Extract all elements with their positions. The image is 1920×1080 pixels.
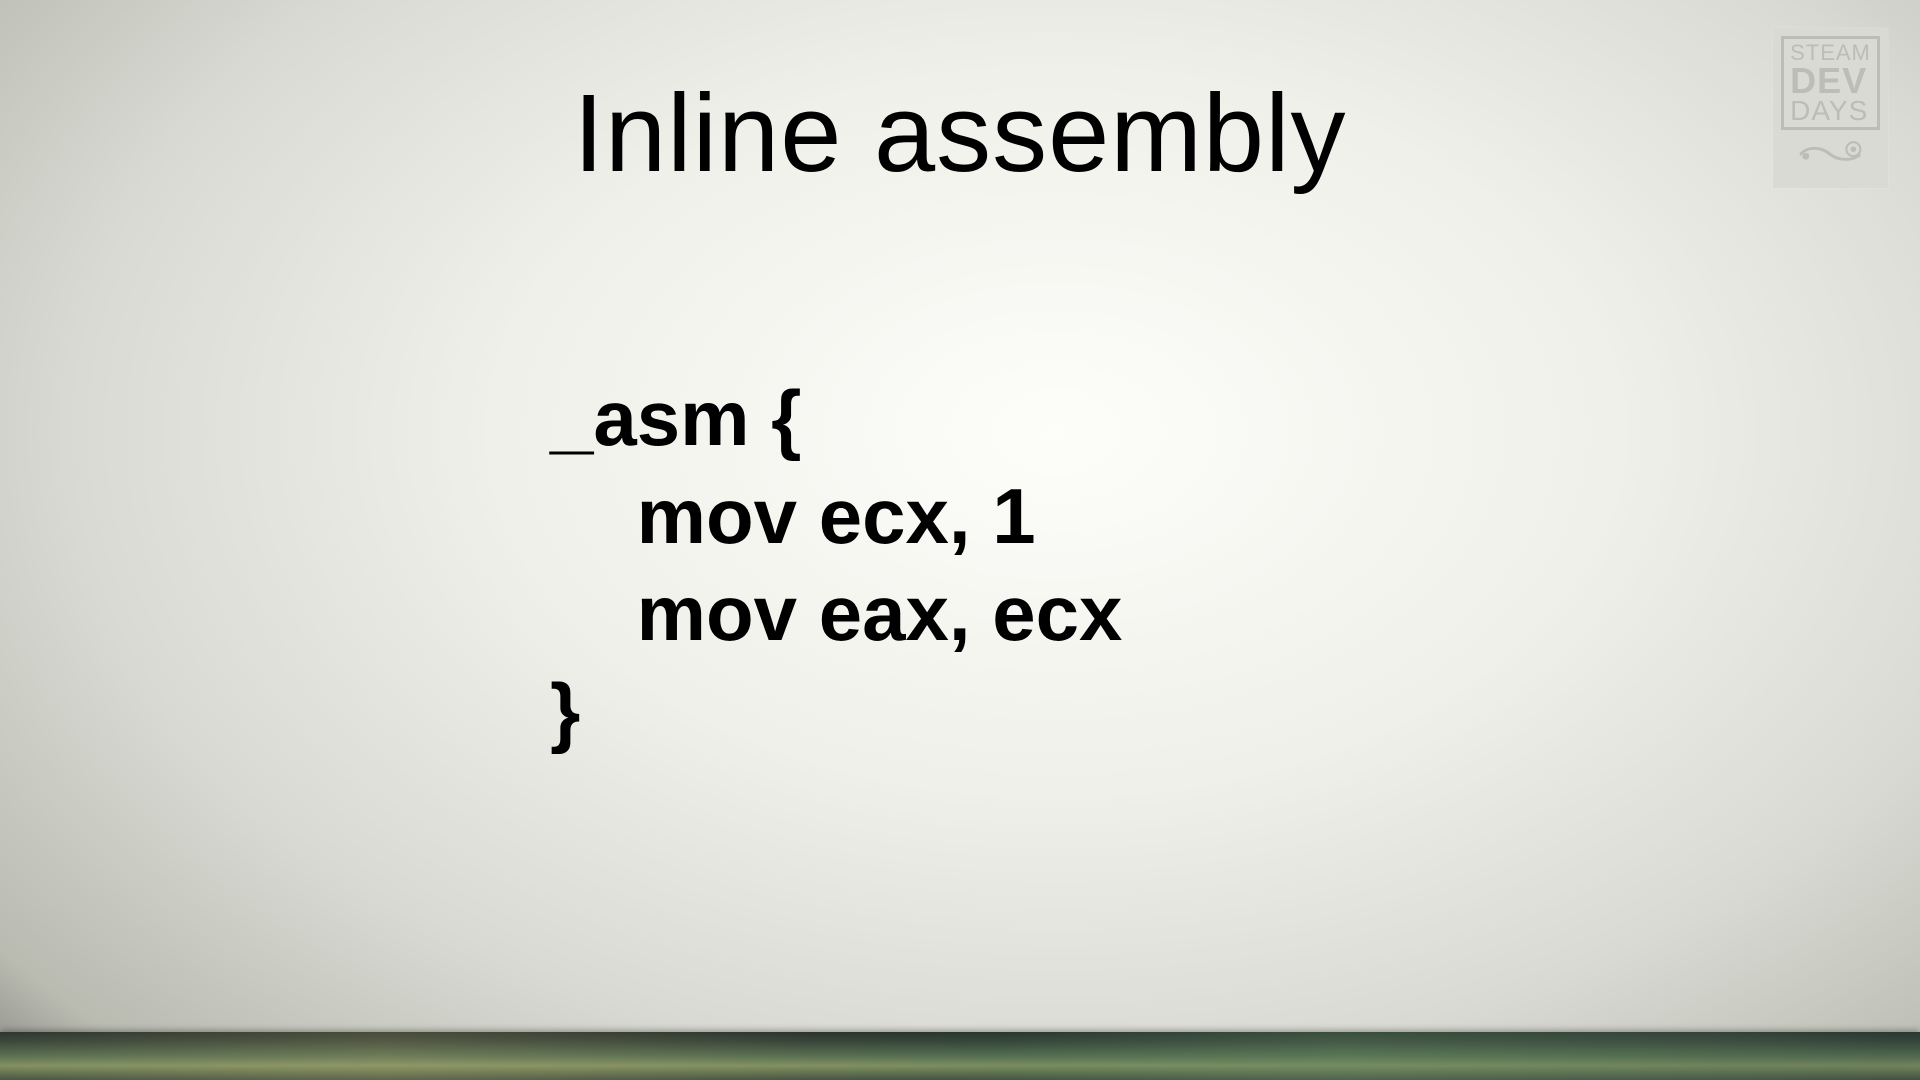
code-block: _asm { mov ecx, 1 mov eax, ecx } [550, 370, 1122, 760]
footer-strip [0, 1032, 1920, 1080]
logo-text-box: STEAM DEV DAYS [1781, 36, 1880, 130]
code-line-4: } [550, 667, 580, 755]
logo-line-dev: DEV [1790, 64, 1867, 98]
steam-dev-days-logo: STEAM DEV DAYS [1773, 28, 1888, 188]
code-line-2: mov ecx, 1 [550, 472, 1036, 560]
slide: Inline assembly _asm { mov ecx, 1 mov ea… [0, 0, 1920, 1080]
steam-icon [1796, 138, 1866, 166]
code-line-1: _asm { [550, 374, 802, 462]
logo-line-days: DAYS [1790, 98, 1868, 125]
slide-title: Inline assembly [0, 70, 1920, 197]
code-line-3: mov eax, ecx [550, 569, 1122, 657]
